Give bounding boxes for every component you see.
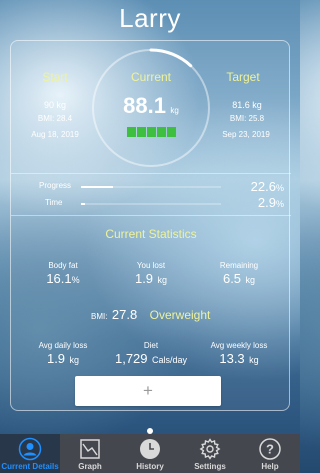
time-unit: %: [275, 199, 284, 209]
summary-card: Start 90 kg BMI: 28.4 Aug 18, 2019 Curre…: [10, 40, 291, 411]
progress-fill: [81, 186, 113, 188]
target-date: Sep 23, 2019: [222, 130, 270, 139]
help-icon: ?: [259, 437, 281, 461]
body-fat-label: Body fat: [48, 261, 78, 270]
body-fat-unit: %: [71, 275, 80, 285]
tab-history[interactable]: History: [120, 434, 180, 473]
bmi-group: BMI: 27.8 Overweight: [91, 306, 210, 324]
progress-segment: [167, 127, 176, 137]
start-bmi: BMI: 28.4: [37, 114, 73, 123]
target-bmi: BMI: 25.8: [229, 114, 265, 123]
bmi-category: Overweight: [149, 308, 211, 322]
progress-segment: [147, 127, 156, 137]
lost-label: You lost: [136, 261, 166, 270]
avg-weekly-label: Avg weekly loss: [210, 341, 268, 350]
current-weight: 88.1: [123, 93, 166, 118]
progress-unit: %: [275, 183, 284, 193]
bmi-value: 27.8: [111, 307, 138, 322]
avg-weekly-unit: kg: [249, 355, 259, 365]
add-weight-button[interactable]: +: [75, 376, 221, 406]
diet-value: 1,729: [114, 351, 148, 366]
graph-icon: [79, 437, 101, 461]
clock-icon: [139, 437, 161, 461]
app-title: Larry: [119, 3, 181, 33]
avg-weekly-value-group: 13.3 kg: [197, 350, 281, 368]
start-weight: 90 kg: [43, 100, 67, 110]
progress-label: Progress: [39, 181, 72, 190]
time-fill: [81, 203, 86, 205]
progress-ring-arc: [149, 48, 193, 68]
stats-heading: Current Statistics: [105, 227, 197, 241]
progress-segments: [127, 127, 176, 137]
svg-text:?: ?: [266, 442, 274, 457]
progress-segment: [127, 127, 136, 137]
progress-value: 22.6: [250, 179, 276, 194]
avg-daily-value-group: 1.9 kg: [23, 350, 103, 368]
time-label: Time: [45, 198, 63, 207]
time-track: [81, 203, 221, 205]
lost-value-group: 1.9 kg: [119, 270, 183, 288]
current-weight-unit: kg: [170, 106, 179, 115]
avg-daily-label: Avg daily loss: [38, 341, 88, 350]
person-icon: [18, 437, 42, 461]
progress-segment: [137, 127, 146, 137]
remaining-value: 6.5: [222, 271, 242, 286]
time-value: 2.9: [257, 195, 276, 210]
tab-graph[interactable]: Graph: [60, 434, 120, 473]
current-label: Current: [130, 70, 171, 84]
lost-unit: kg: [157, 275, 168, 285]
start-label: Start: [42, 70, 68, 84]
tab-label: Current Details: [1, 462, 59, 471]
tab-help[interactable]: ? Help: [240, 434, 300, 473]
tab-bar: Current Details Graph History Settings ?…: [0, 434, 300, 473]
divider-top: [11, 173, 291, 174]
divider-middle: [11, 215, 291, 216]
avg-daily-unit: kg: [69, 355, 80, 365]
remaining-label: Remaining: [219, 261, 259, 270]
remaining-value-group: 6.5 kg: [207, 270, 271, 288]
tab-label: History: [136, 462, 164, 471]
tab-label: Settings: [194, 462, 226, 471]
diet-value-group: 1,729 Cals/day: [101, 350, 201, 368]
target-label: Target: [226, 70, 260, 84]
progress-track: [81, 186, 221, 188]
gear-icon: [199, 437, 221, 461]
body-fat-value: 16.1: [46, 271, 72, 286]
tab-settings[interactable]: Settings: [180, 434, 240, 473]
target-weight: 81.6 kg: [232, 100, 262, 110]
remaining-unit: kg: [245, 275, 256, 285]
time-value-group: 2.9%: [226, 194, 284, 212]
diet-unit: Cals/day: [151, 355, 187, 365]
avg-weekly-value: 13.3: [219, 351, 245, 366]
diet-label: Diet: [143, 341, 159, 350]
bmi-label: BMI:: [91, 312, 108, 321]
body-fat-value-group: 16.1%: [31, 270, 95, 288]
current-weight-group: 88.1 kg: [111, 93, 191, 119]
avg-daily-value: 1.9: [46, 351, 66, 366]
progress-segment: [157, 127, 166, 137]
lost-value: 1.9: [134, 271, 154, 286]
tab-current-details[interactable]: Current Details: [0, 434, 60, 473]
tab-label: Graph: [78, 462, 102, 471]
start-date: Aug 18, 2019: [31, 130, 79, 139]
tab-label: Help: [261, 462, 279, 471]
